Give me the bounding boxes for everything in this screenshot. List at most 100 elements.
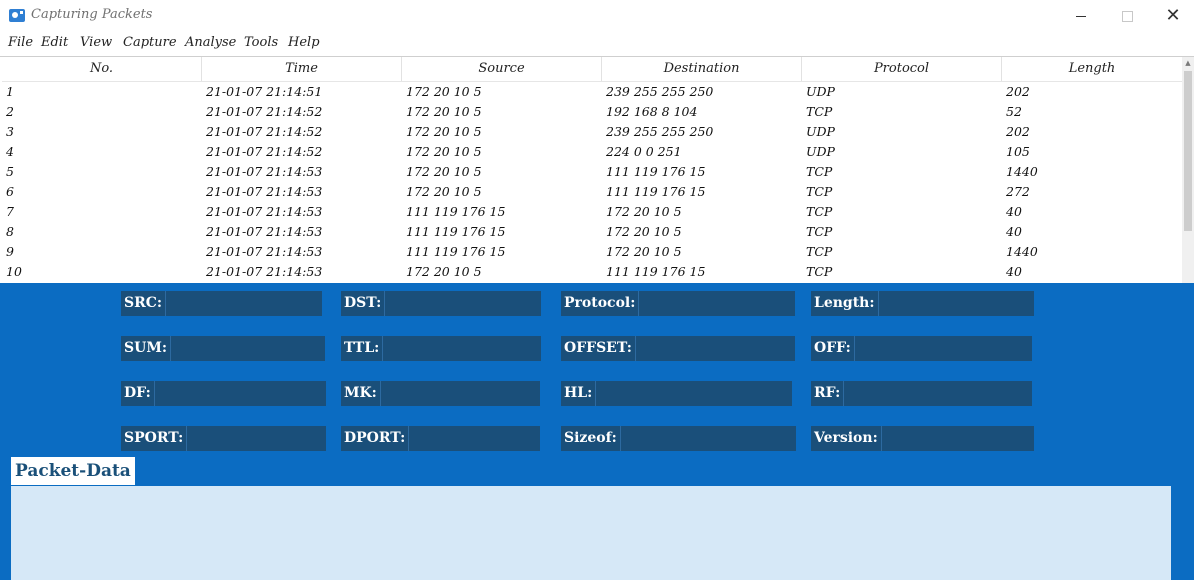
src-value[interactable] (165, 291, 322, 316)
cell-no: 3 (6, 124, 14, 139)
column-header-length[interactable]: Length (1002, 57, 1182, 81)
scroll-up-arrow-icon[interactable]: ▲ (1182, 57, 1194, 69)
cell-length: 1440 (1006, 244, 1038, 259)
df-value[interactable] (153, 381, 326, 406)
menu-view[interactable]: View (80, 35, 112, 50)
mk-label: MK: (344, 385, 377, 401)
length-label: Length: (814, 295, 875, 311)
table-row[interactable]: 4 21-01-07 21:14:52 172 20 10 5 224 0 0 251… (2, 142, 1182, 162)
src-field: SRC: (121, 291, 322, 316)
column-header-source[interactable]: Source (402, 57, 602, 81)
table-header: No. Time Source Destination Protocol Len… (2, 57, 1182, 82)
off-label: OFF: (814, 340, 851, 356)
column-header-destination[interactable]: Destination (602, 57, 802, 81)
cell-time: 21-01-07 21:14:51 (206, 84, 323, 99)
packet-details-panel: SRC: DST: Protocol: Length: SUM: TTL: OF… (0, 283, 1194, 580)
column-header-no[interactable]: No. (2, 57, 202, 81)
cell-length: 40 (1006, 224, 1022, 239)
table-row[interactable]: 7 21-01-07 21:14:53 111 119 176 15 172 20 1… (2, 202, 1182, 222)
window-title: Capturing Packets (31, 7, 153, 22)
protocol-label: Protocol: (564, 295, 636, 311)
minimize-button[interactable] (1058, 0, 1104, 32)
column-header-time[interactable]: Time (202, 57, 402, 81)
dport-value[interactable] (408, 426, 540, 451)
dport-label: DPORT: (344, 430, 406, 446)
table-row[interactable]: 8 21-01-07 21:14:53 111 119 176 15 172 20 1… (2, 222, 1182, 242)
cell-length: 40 (1006, 204, 1022, 219)
table-row[interactable]: 3 21-01-07 21:14:52 172 20 10 5 239 255 255… (2, 122, 1182, 142)
menu-capture[interactable]: Capture (123, 35, 177, 50)
cell-no: 8 (6, 224, 14, 239)
menu-tools[interactable]: Tools (244, 35, 278, 50)
offset-field: OFFSET: (561, 336, 795, 361)
cell-source: 172 20 10 5 (406, 104, 482, 119)
cell-no: 7 (6, 204, 14, 219)
cell-length: 105 (1006, 144, 1030, 159)
df-label: DF: (124, 385, 151, 401)
cell-source: 172 20 10 5 (406, 164, 482, 179)
maximize-button[interactable] (1104, 0, 1150, 32)
cell-source: 111 119 176 15 (406, 244, 506, 259)
off-field: OFF: (811, 336, 1032, 361)
menu-analyse[interactable]: Analyse (185, 35, 236, 50)
cell-destination: 224 0 0 251 (606, 144, 682, 159)
cell-destination: 172 20 10 5 (606, 224, 682, 239)
close-button[interactable]: ✕ (1150, 0, 1194, 32)
protocol-field: Protocol: (561, 291, 795, 316)
table-body: 1 21-01-07 21:14:51 172 20 10 5 239 255 255… (2, 82, 1182, 282)
cell-protocol: UDP (806, 124, 835, 139)
protocol-value[interactable] (638, 291, 795, 316)
offset-value[interactable] (634, 336, 795, 361)
cell-length: 52 (1006, 104, 1022, 119)
cell-destination: 111 119 176 15 (606, 184, 706, 199)
mk-value[interactable] (379, 381, 540, 406)
cell-protocol: TCP (806, 164, 833, 179)
cell-no: 9 (6, 244, 14, 259)
cell-length: 40 (1006, 264, 1022, 279)
table-row[interactable]: 1 21-01-07 21:14:51 172 20 10 5 239 255 255… (2, 82, 1182, 102)
menu-file[interactable]: File (8, 35, 33, 50)
sport-value[interactable] (186, 426, 326, 451)
table-row[interactable]: 6 21-01-07 21:14:53 172 20 10 5 111 119 176… (2, 182, 1182, 202)
menu-edit[interactable]: Edit (41, 35, 68, 50)
table-row[interactable]: 2 21-01-07 21:14:52 172 20 10 5 192 168 8 1… (2, 102, 1182, 122)
scroll-thumb[interactable] (1184, 71, 1192, 231)
df-field: DF: (121, 381, 326, 406)
menu-help[interactable]: Help (288, 35, 320, 50)
hl-value[interactable] (595, 381, 792, 406)
cell-source: 172 20 10 5 (406, 144, 482, 159)
table-row[interactable]: 9 21-01-07 21:14:53 111 119 176 15 172 20 1… (2, 242, 1182, 262)
length-value[interactable] (877, 291, 1034, 316)
packet-data-label: Packet-Data (11, 457, 135, 485)
mk-field: MK: (341, 381, 540, 406)
dst-field: DST: (341, 291, 541, 316)
cell-protocol: TCP (806, 204, 833, 219)
maximize-icon (1121, 10, 1133, 22)
sizeof-value[interactable] (619, 426, 796, 451)
cell-destination: 111 119 176 15 (606, 264, 706, 279)
sizeof-field: Sizeof: (561, 426, 796, 451)
cell-time: 21-01-07 21:14:53 (206, 204, 323, 219)
title-bar[interactable]: Capturing Packets ✕ (0, 0, 1194, 32)
off-value[interactable] (853, 336, 1032, 361)
vertical-scrollbar[interactable]: ▲ (1182, 57, 1194, 283)
sum-value[interactable] (169, 336, 325, 361)
cell-source: 172 20 10 5 (406, 124, 482, 139)
cell-time: 21-01-07 21:14:53 (206, 224, 323, 239)
cell-protocol: UDP (806, 84, 835, 99)
table-row[interactable]: 5 21-01-07 21:14:53 172 20 10 5 111 119 176… (2, 162, 1182, 182)
cell-no: 1 (6, 84, 14, 99)
packet-list[interactable]: No. Time Source Destination Protocol Len… (0, 56, 1194, 283)
version-value[interactable] (880, 426, 1034, 451)
cell-source: 172 20 10 5 (406, 84, 482, 99)
rf-value[interactable] (843, 381, 1032, 406)
rf-field: RF: (811, 381, 1032, 406)
packet-data-area[interactable] (11, 486, 1171, 580)
dst-value[interactable] (384, 291, 541, 316)
dport-field: DPORT: (341, 426, 540, 451)
table-row[interactable]: 10 21-01-07 21:14:53 172 20 10 5 111 119 17… (2, 262, 1182, 282)
ttl-value[interactable] (382, 336, 541, 361)
cell-length: 1440 (1006, 164, 1038, 179)
cell-protocol: TCP (806, 264, 833, 279)
column-header-protocol[interactable]: Protocol (802, 57, 1002, 81)
